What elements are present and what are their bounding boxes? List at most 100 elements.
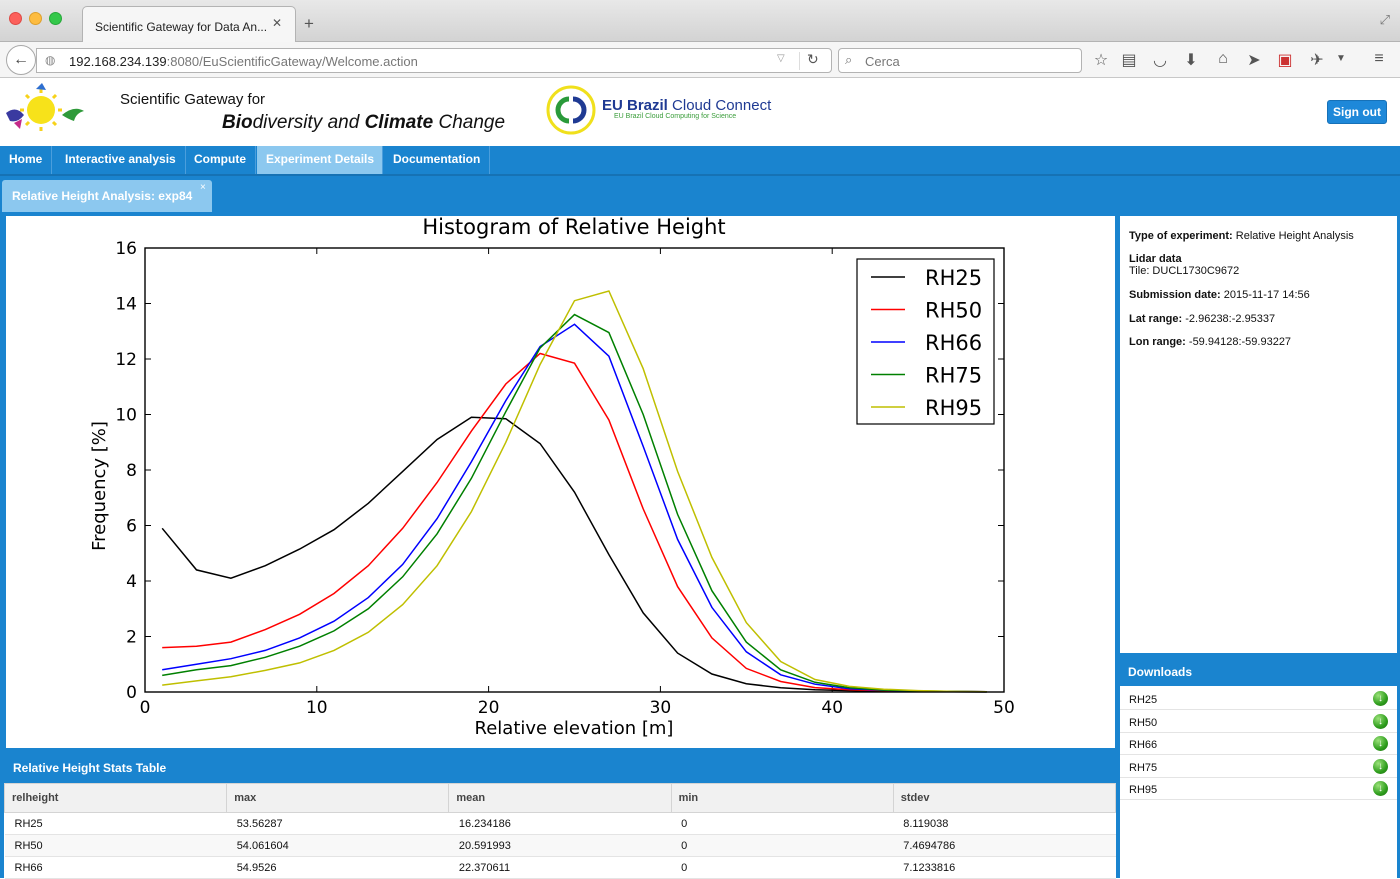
downloads-title: Downloads: [1128, 665, 1193, 679]
table-cell: 7.1233816: [893, 856, 1116, 879]
experiment-type: Type of experiment: Relative Height Anal…: [1129, 230, 1354, 242]
table-row: RH25 53.56287 16.234186 0 8.119038: [4, 812, 1116, 835]
legend-label: RH95: [925, 396, 982, 420]
minimize-window-button[interactable]: [29, 12, 42, 25]
table-cell: 54.9526: [226, 856, 449, 879]
table-cell: 22.370611: [448, 856, 672, 879]
fullscreen-icon[interactable]: ⤢: [1380, 12, 1390, 28]
table-cell: 7.4694786: [893, 834, 1116, 857]
x-tick-label: 40: [821, 698, 843, 718]
tab-relative-height-analysis[interactable]: Relative Height Analysis: exp84: [2, 180, 212, 212]
y-tick-label: 4: [126, 572, 137, 592]
lat-range: Lat range: -2.96238:-2.95337: [1129, 313, 1276, 325]
eu-brazil-cloud-logo: [546, 85, 596, 135]
legend-label: RH66: [925, 331, 982, 355]
chart-title: Histogram of Relative Height: [422, 216, 725, 239]
bookmark-star-icon[interactable]: ☆: [1090, 50, 1112, 70]
stats-table-header: Relative Height Stats Table: [6, 757, 1115, 779]
table-row: RH50 54.061604 20.591993 0 7.4694786: [4, 834, 1116, 857]
addon-icon[interactable]: ✈: [1306, 50, 1328, 70]
browser-tab-title: Scientific Gateway for Data An...: [95, 20, 268, 34]
x-tick-label: 50: [993, 698, 1015, 718]
download-item-rh50[interactable]: RH50 ↓: [1120, 711, 1397, 733]
download-item-rh25[interactable]: RH25 ↓: [1120, 688, 1397, 710]
histogram-chart: Histogram of Relative Height Relative el…: [89, 215, 1015, 739]
menu-documentation[interactable]: Documentation: [384, 146, 490, 174]
browser-tab[interactable]: Scientific Gateway for Data An...: [82, 6, 296, 42]
search-icon: ⌕: [845, 52, 853, 67]
table-cell: 53.56287: [226, 812, 449, 835]
back-icon[interactable]: ←: [6, 45, 36, 75]
download-item-rh66[interactable]: RH66 ↓: [1120, 733, 1397, 755]
y-tick-label: 8: [126, 461, 137, 481]
reload-icon[interactable]: ↻: [807, 51, 819, 68]
globe-icon: ◍: [45, 53, 56, 67]
download-icon[interactable]: ↓: [1373, 714, 1388, 729]
legend-label: RH50: [925, 299, 982, 323]
y-tick-label: 10: [115, 406, 137, 426]
home-icon[interactable]: ⌂: [1212, 50, 1234, 68]
y-tick-label: 0: [126, 683, 137, 703]
table-cell: 16.234186: [448, 812, 672, 835]
site-title-line2: Biodiversity and Climate Change: [222, 112, 506, 133]
reading-list-icon[interactable]: ▤: [1118, 50, 1140, 70]
table-cell: RH25: [4, 812, 227, 835]
stats-table-container: relheight max mean min stdev RH25 53.562…: [3, 783, 1117, 879]
download-item-rh75[interactable]: RH75 ↓: [1120, 756, 1397, 778]
app-header: Scientific Gateway for Biodiversity and …: [0, 79, 1400, 146]
column-header[interactable]: stdev: [892, 783, 1117, 813]
table-cell: RH66: [4, 856, 227, 879]
lon-range: Lon range: -59.94128:-59.93227: [1129, 336, 1292, 348]
close-tab-icon[interactable]: ×: [200, 182, 206, 193]
download-icon[interactable]: ⬇: [1180, 50, 1202, 70]
column-header[interactable]: min: [670, 783, 894, 813]
stats-table: relheight max mean min stdev RH25 53.562…: [3, 783, 1117, 879]
x-tick-label: 0: [140, 698, 151, 718]
download-icon[interactable]: ↓: [1373, 736, 1388, 751]
download-icon[interactable]: ↓: [1373, 691, 1388, 706]
menu-experiment-details[interactable]: Experiment Details: [257, 146, 383, 174]
partner-name: EU Brazil Cloud Connect: [602, 97, 772, 114]
table-cell: 54.061604: [226, 834, 449, 857]
extension-icon[interactable]: ▣: [1274, 50, 1296, 70]
close-window-button[interactable]: [9, 12, 22, 25]
download-icon[interactable]: ↓: [1373, 781, 1388, 796]
download-icon[interactable]: ↓: [1373, 759, 1388, 774]
histogram-chart-panel: Histogram of Relative Height Relative el…: [6, 215, 1115, 748]
main-menu: Home Interactive analysis Compute Experi…: [0, 146, 1400, 174]
url-dropdown-icon[interactable]: ▽: [777, 53, 785, 64]
url-bar[interactable]: ◍ 192.168.234.139:8080/EuScientificGatew…: [36, 48, 832, 73]
column-header[interactable]: mean: [448, 783, 672, 813]
column-header[interactable]: max: [226, 783, 450, 813]
hamburger-menu-icon[interactable]: ≡: [1368, 50, 1390, 68]
zoom-window-button[interactable]: [49, 12, 62, 25]
sign-out-button[interactable]: Sign out: [1327, 100, 1387, 124]
y-tick-label: 14: [115, 295, 137, 315]
legend-label: RH75: [925, 364, 982, 388]
y-tick-label: 16: [115, 239, 137, 259]
new-tab-icon[interactable]: +: [304, 14, 314, 34]
partner-tagline: EU Brazil Cloud Computing for Science: [614, 113, 737, 120]
table-cell: 0: [671, 812, 894, 835]
table-cell: 0: [671, 834, 894, 857]
menu-compute[interactable]: Compute: [185, 146, 256, 174]
lidar-tile: Tile: DUCL1730C9672: [1129, 265, 1240, 277]
pocket-icon[interactable]: ◡: [1149, 50, 1171, 70]
legend-label: RH25: [925, 266, 982, 290]
x-tick-label: 30: [650, 698, 672, 718]
table-cell: 0: [671, 856, 894, 879]
close-tab-icon[interactable]: ✕: [272, 16, 282, 30]
y-tick-label: 2: [126, 628, 137, 648]
table-row: RH66 54.9526 22.370611 0 7.1233816: [4, 856, 1116, 879]
column-header[interactable]: relheight: [3, 783, 228, 813]
addon-dropdown-icon[interactable]: ▼: [1330, 53, 1352, 64]
url-text: 192.168.234.139:8080/EuScientificGateway…: [69, 54, 418, 69]
chart-xlabel: Relative elevation [m]: [475, 718, 674, 739]
search-input[interactable]: ⌕ Cerca: [838, 48, 1082, 73]
menu-interactive-analysis[interactable]: Interactive analysis: [56, 146, 186, 174]
menu-home[interactable]: Home: [0, 146, 53, 174]
browser-navbar: ← ◍ 192.168.234.139:8080/EuScientificGat…: [0, 42, 1400, 78]
send-icon[interactable]: ➤: [1243, 50, 1265, 70]
x-tick-label: 20: [478, 698, 500, 718]
download-item-rh95[interactable]: RH95 ↓: [1120, 778, 1397, 800]
